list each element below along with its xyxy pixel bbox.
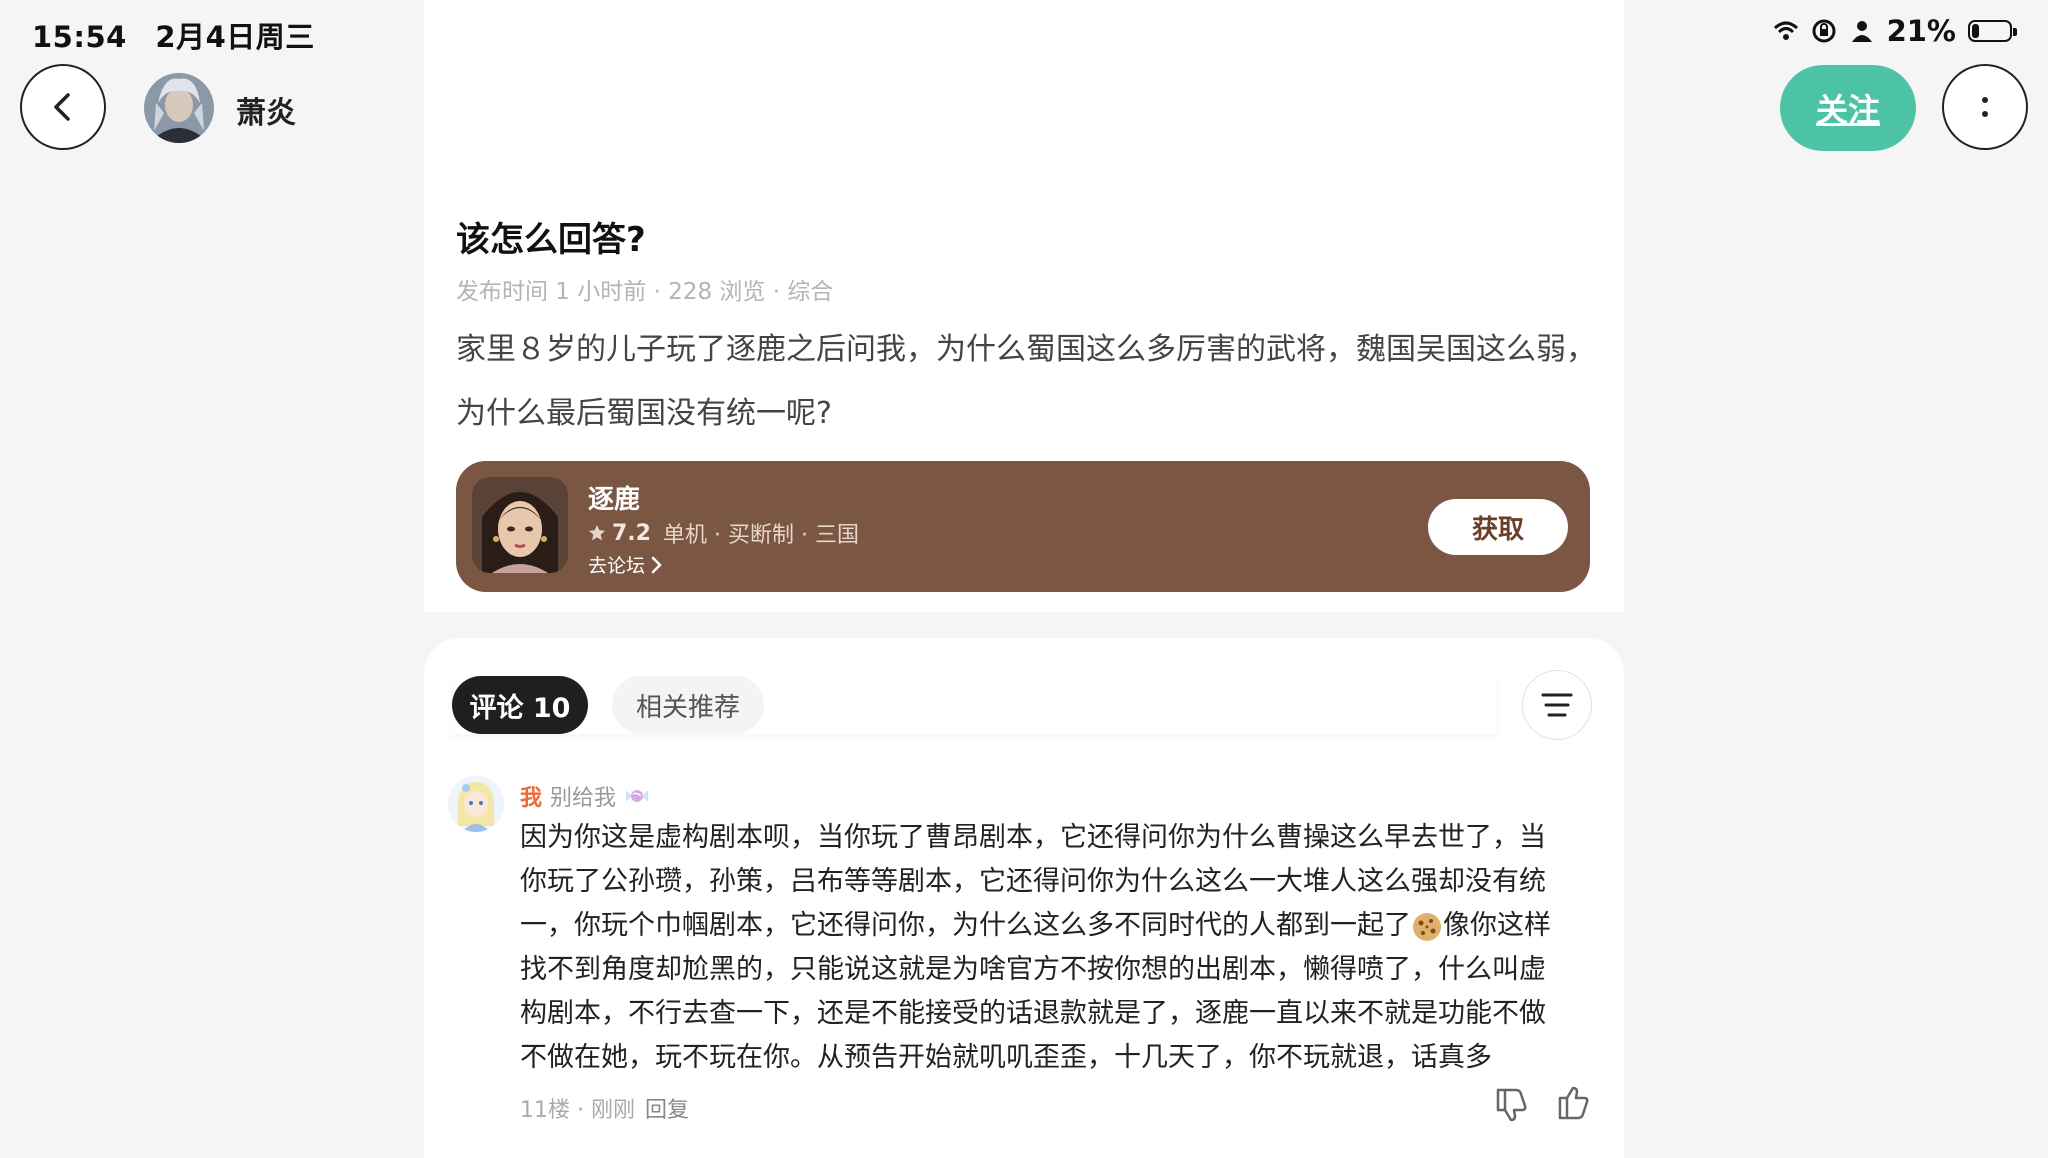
comment-floor-time: 11楼 · 刚刚 xyxy=(520,1098,635,1123)
get-game-button[interactable]: 获取 xyxy=(1428,499,1568,555)
comment-line: 不做在她，玩不玩在你。从预告开始就叽叽歪歪，十几天了，你不玩就退，话真多 xyxy=(520,1042,1492,1073)
comment-line: 一，你玩个巾帼剧本，它还得问你，为什么这么多不同时代的人都到一起了 像你这样 xyxy=(520,904,1610,948)
candy-icon xyxy=(626,790,649,802)
chevron-right-icon xyxy=(651,556,662,573)
comment-actions xyxy=(1494,1086,1592,1122)
comments-section: 评论 10 相关推荐 我 别给我 因为你这是虚构剧本呗，当你玩了曹昂剧本，它还得… xyxy=(424,638,1624,1158)
comment-body: 因为你这是虚构剧本呗，当你玩了曹昂剧本，它还得问你为什么曹操这么早去世了，当 你… xyxy=(520,816,1610,1080)
comment-line: 构剧本，不行去查一下，还是不能接受的话退款就是了，逐鹿一直以来不就是功能不做 xyxy=(520,998,1546,1029)
date: 2月4日周三 xyxy=(155,20,315,54)
game-info: 7.2 单机 · 买断制 · 三国 xyxy=(588,517,859,549)
comment-line: 你玩了公孙瓒，孙策，吕布等等剧本，它还得问你为什么这么一大堆人这么强却没有统 xyxy=(520,866,1546,897)
battery-icon xyxy=(1968,20,2017,42)
post-title: 该怎么回答? xyxy=(456,220,646,260)
game-tags: 单机 · 买断制 · 三国 xyxy=(662,523,859,548)
clock: 15:54 xyxy=(32,20,127,54)
more-button[interactable] xyxy=(1942,64,2028,150)
game-forum-link[interactable]: 去论坛 xyxy=(588,551,663,578)
comment-line-part: 像你这样 xyxy=(1443,910,1551,941)
post-card: 该怎么回答? 发布时间 1 小时前 · 228 浏览 · 综合 家里８岁的儿子玩… xyxy=(424,0,1624,612)
tab-related[interactable]: 相关推荐 xyxy=(612,676,764,734)
comment-line: 找不到角度却尬黑的，只能说这就是为啥官方不按你想的出剧本，懒得喷了，什么叫虚 xyxy=(520,954,1546,985)
reply-button[interactable]: 回复 xyxy=(645,1092,689,1124)
wifi-icon xyxy=(1773,21,1798,40)
status-time: 15:54 2月4日周三 xyxy=(32,14,315,56)
thumbs-down-icon[interactable] xyxy=(1494,1086,1530,1122)
author-name[interactable]: 萧炎 xyxy=(236,88,296,132)
thumbs-up-icon[interactable] xyxy=(1556,1086,1592,1122)
menu-icon xyxy=(1541,693,1573,717)
battery-percent: 21% xyxy=(1886,14,1956,48)
commenter-avatar[interactable] xyxy=(448,776,504,832)
game-card[interactable]: 逐鹿 7.2 单机 · 买断制 · 三国 去论坛 获取 xyxy=(456,461,1590,592)
star-icon xyxy=(588,524,606,541)
game-icon xyxy=(472,477,568,573)
post-content: 家里８岁的儿子玩了逐鹿之后问我，为什么蜀国这么多厉害的武将，魏国吴国这么弱，为什… xyxy=(456,332,1596,431)
back-button[interactable] xyxy=(20,64,106,150)
post-meta: 发布时间 1 小时前 · 228 浏览 · 综合 xyxy=(456,279,834,305)
game-rating: 7.2 xyxy=(612,520,651,546)
comment-line: 因为你这是虚构剧本呗，当你玩了曹昂剧本，它还得问你为什么曹操这么早去世了，当 xyxy=(520,822,1546,853)
person-icon xyxy=(1851,21,1872,42)
comment-footer: 11楼 · 刚刚 回复 xyxy=(520,1092,689,1124)
forum-label: 去论坛 xyxy=(588,555,646,577)
sort-button[interactable] xyxy=(1522,670,1592,740)
game-name: 逐鹿 xyxy=(588,485,641,515)
status-right: 21% xyxy=(1773,14,2017,48)
comment-line-part: 一，你玩个巾帼剧本，它还得问你，为什么这么多不同时代的人都到一起了 xyxy=(520,910,1411,941)
tab-bar xyxy=(452,674,1496,734)
comment-header: 我 别给我 xyxy=(520,780,650,812)
more-vertical-icon xyxy=(1982,97,1988,117)
screen-lock-icon xyxy=(1812,19,1836,43)
author-avatar[interactable] xyxy=(144,73,214,143)
chevron-left-icon xyxy=(54,93,70,121)
me-tag: 我 xyxy=(520,786,543,811)
follow-button[interactable]: 关注 xyxy=(1780,65,1916,151)
cookie-emoji-icon xyxy=(1413,912,1441,941)
tab-comments[interactable]: 评论 10 xyxy=(452,676,588,734)
comment-username[interactable]: 别给我 xyxy=(550,780,616,812)
